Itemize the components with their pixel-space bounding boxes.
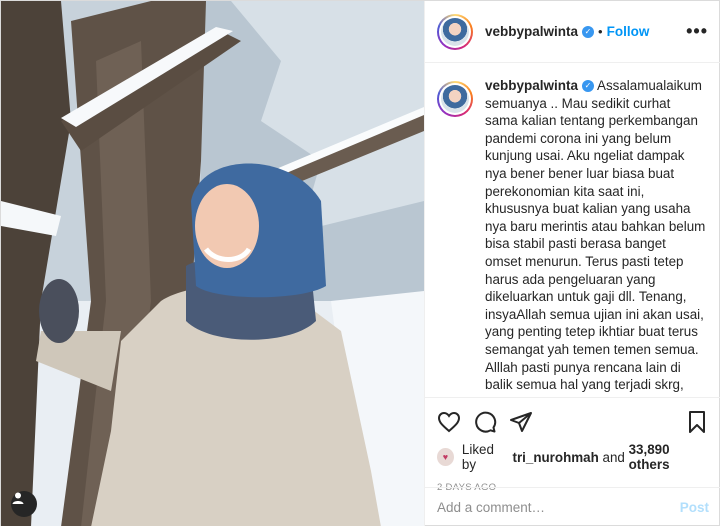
liker-avatar[interactable]: ♥ bbox=[437, 448, 454, 466]
avatar[interactable] bbox=[437, 13, 473, 50]
user-tag-icon[interactable] bbox=[11, 491, 37, 517]
comment-input[interactable] bbox=[437, 500, 680, 515]
likes-summary: ♥ Liked by tri_nurohmah and 33,890 other… bbox=[437, 442, 709, 472]
instagram-post: vebbypalwinta ✓ • Follow ••• vebbypalwin… bbox=[0, 0, 720, 526]
add-comment-bar: Post bbox=[425, 487, 720, 526]
post-header: vebbypalwinta ✓ • Follow ••• bbox=[425, 1, 720, 63]
post-comment-button[interactable]: Post bbox=[680, 500, 709, 515]
follow-button[interactable]: Follow bbox=[607, 24, 650, 39]
comment-icon[interactable] bbox=[473, 410, 497, 434]
bookmark-icon[interactable] bbox=[685, 410, 709, 434]
post-photo[interactable] bbox=[1, 1, 424, 526]
caption-avatar[interactable] bbox=[437, 81, 473, 117]
paper-plane-icon[interactable] bbox=[509, 410, 533, 434]
post-side-panel: vebbypalwinta ✓ • Follow ••• vebbypalwin… bbox=[424, 1, 720, 526]
likes-middle: and bbox=[602, 449, 625, 465]
likes-count[interactable]: 33,890 others bbox=[629, 442, 709, 472]
header-separator: • bbox=[598, 24, 603, 39]
heart-icon[interactable] bbox=[437, 410, 461, 434]
photo-scene bbox=[1, 1, 424, 526]
caption: vebbypalwinta ✓ Assalamualaikum semuanya … bbox=[485, 77, 706, 395]
post-actions: ♥ Liked by tri_nurohmah and 33,890 other… bbox=[425, 397, 720, 493]
action-icons bbox=[437, 404, 709, 440]
likes-prefix: Liked by bbox=[461, 442, 494, 472]
verified-badge-icon: ✓ bbox=[582, 25, 595, 38]
caption-text: Assalamualaikum semuanya .. Mau sedikit … bbox=[485, 78, 706, 395]
verified-badge-icon: ✓ bbox=[582, 80, 595, 93]
liker-username[interactable]: tri_nurohmah bbox=[512, 450, 598, 465]
header-username[interactable]: vebbypalwinta bbox=[485, 24, 578, 39]
comments-area[interactable]: vebbypalwinta ✓ Assalamualaikum semuanya … bbox=[425, 63, 720, 395]
caption-username[interactable]: vebbypalwinta bbox=[485, 78, 578, 93]
more-options-icon[interactable]: ••• bbox=[686, 21, 708, 42]
